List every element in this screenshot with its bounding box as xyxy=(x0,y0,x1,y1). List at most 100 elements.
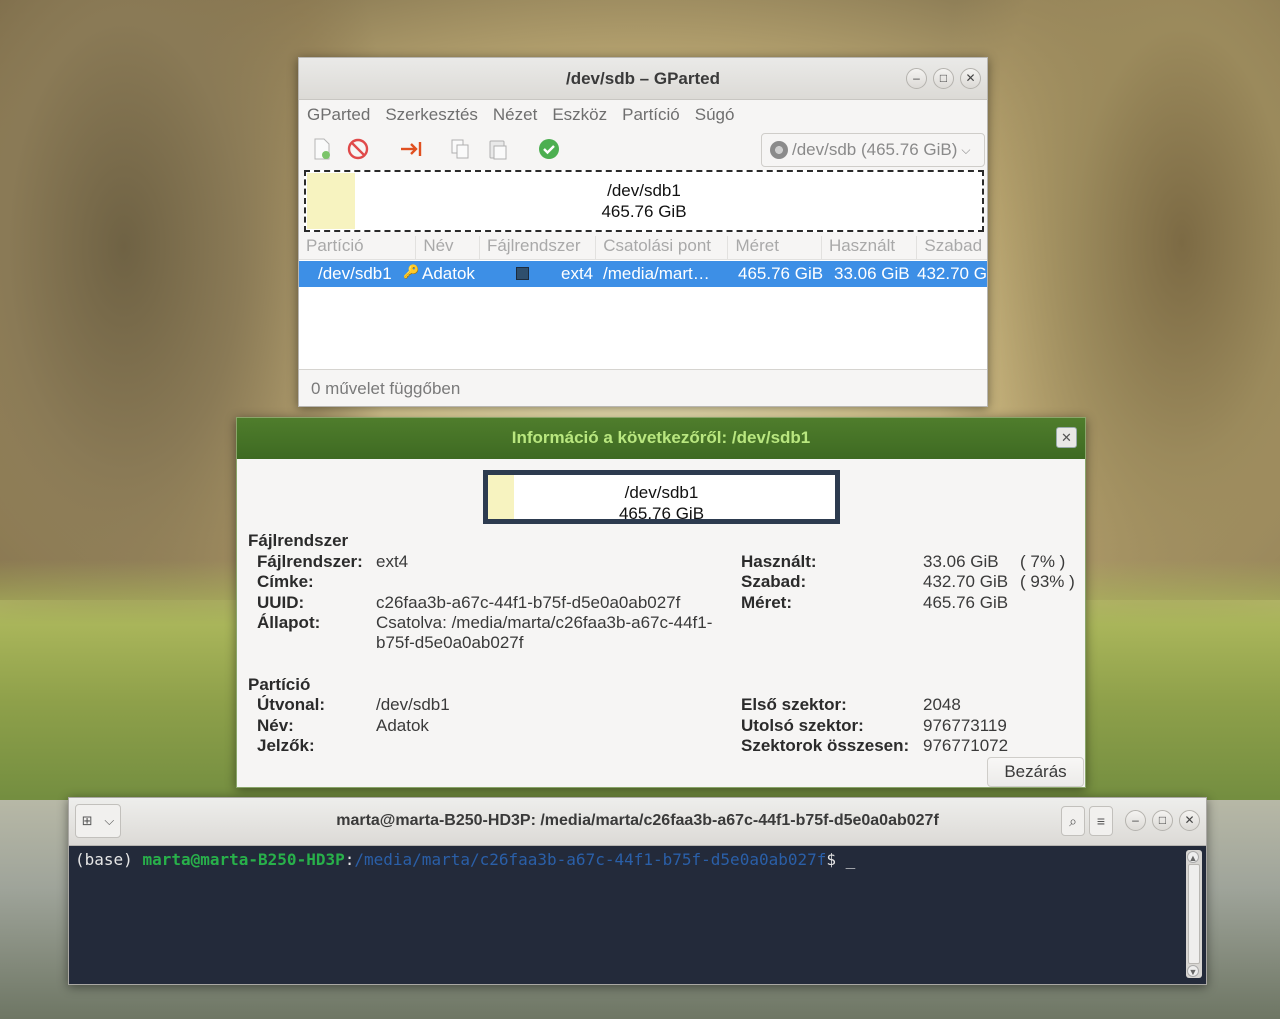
terminal-window: ⊞ ⌵ marta@marta-B250-HD3P: /media/marta/… xyxy=(68,797,1207,985)
device-select[interactable]: /dev/sdb (465.76 GiB) ⌵ xyxy=(761,133,985,167)
menubar: GParted Szerkesztés Nézet Eszköz Partíci… xyxy=(299,100,987,130)
status-bar: 0 művelet függőben xyxy=(299,369,987,407)
terminal-output[interactable]: (base) marta@marta-B250-HD3P:/media/mart… xyxy=(73,848,1184,980)
menu-help[interactable]: Súgó xyxy=(695,105,735,125)
name-value: Adatok xyxy=(376,716,429,735)
column-used[interactable]: Használt xyxy=(822,236,918,259)
copy-icon[interactable] xyxy=(449,138,471,160)
free-value: 432.70 GiB xyxy=(923,572,1009,591)
menu-partition[interactable]: Partíció xyxy=(622,105,680,125)
used-value: 33.06 GiB xyxy=(923,552,999,571)
minimize-button[interactable]: – xyxy=(906,68,927,89)
partition-map-name: /dev/sdb1 xyxy=(624,483,699,502)
menu-view[interactable]: Nézet xyxy=(493,105,537,125)
search-icon[interactable]: ⌕ xyxy=(1061,806,1085,836)
used-percent: ( 7% ) xyxy=(1020,552,1066,571)
prompt-user: marta@marta-B250-HD3P xyxy=(142,850,345,869)
close-button[interactable]: ✕ xyxy=(960,68,981,89)
dialog-title: Információ a következőről: /dev/sdb1 xyxy=(511,428,811,447)
scroll-up-icon[interactable]: ▲ xyxy=(1187,851,1199,863)
column-free[interactable]: Szabad xyxy=(917,236,987,259)
column-name[interactable]: Név xyxy=(416,236,480,259)
partition-table: Partíció Név Fájlrendszer Csatolási pont… xyxy=(299,236,987,369)
column-size[interactable]: Méret xyxy=(728,236,822,259)
column-partition[interactable]: Partíció xyxy=(299,236,417,259)
chevron-down-icon: ⌵ xyxy=(961,142,971,157)
maximize-button[interactable]: □ xyxy=(933,68,954,89)
filesystem-color-swatch xyxy=(516,267,529,280)
flags-label: Jelzők: xyxy=(257,736,315,755)
menu-gparted[interactable]: GParted xyxy=(307,105,370,125)
uuid-label: UUID: xyxy=(257,593,305,612)
key-icon: 🔑 xyxy=(403,264,420,279)
free-percent: ( 93% ) xyxy=(1020,572,1075,591)
row-size: 465.76 GiB xyxy=(738,264,824,283)
close-button[interactable]: ✕ xyxy=(1179,810,1200,831)
uuid-value: c26faa3b-a67c-44f1-b75f-d5e0a0ab027f xyxy=(376,593,681,612)
row-filesystem: ext4 xyxy=(561,264,594,283)
state-value-line1: Csatolva: /media/marta/c26faa3b-a67c-44f… xyxy=(376,613,713,632)
close-icon[interactable]: ✕ xyxy=(1056,427,1077,448)
last-sector-label: Utolsó szektor: xyxy=(741,716,864,735)
scroll-down-icon[interactable]: ▼ xyxy=(1187,965,1199,977)
gparted-window: /dev/sdb – GParted – □ ✕ GParted Szerkes… xyxy=(298,57,988,407)
prompt-colon: : xyxy=(344,850,355,869)
state-value-line2: b75f-d5e0a0ab027f xyxy=(376,633,524,652)
filesystem-value: ext4 xyxy=(376,552,409,571)
toolbar: /dev/sdb (465.76 GiB) ⌵ xyxy=(299,130,987,168)
prompt-env: (base) xyxy=(75,850,143,869)
path-label: Útvonal: xyxy=(257,695,325,714)
maximize-button[interactable]: □ xyxy=(1152,810,1173,831)
total-sectors-label: Szektorok összesen: xyxy=(741,736,910,755)
size-label: Méret: xyxy=(741,593,793,612)
row-name: Adatok xyxy=(422,264,475,283)
paste-icon[interactable] xyxy=(487,138,509,160)
terminal-scrollbar[interactable]: ▲ ▼ xyxy=(1186,850,1202,978)
terminal-title: marta@marta-B250-HD3P: /media/marta/c26f… xyxy=(336,812,939,829)
table-header: Partíció Név Fájlrendszer Csatolási pont… xyxy=(299,236,987,260)
filesystem-section-heading: Fájlrendszer xyxy=(248,531,349,550)
new-partition-icon[interactable] xyxy=(311,138,333,160)
row-mountpoint: /media/mart… xyxy=(603,264,710,283)
partition-info-dialog: Információ a következőről: /dev/sdb1 ✕ /… xyxy=(236,417,1086,788)
minimize-button[interactable]: – xyxy=(1125,810,1146,831)
partition-map-name: /dev/sdb1 xyxy=(607,181,681,200)
row-used: 33.06 GiB xyxy=(834,264,910,283)
filesystem-label: Fájlrendszer: xyxy=(257,552,363,571)
close-dialog-button[interactable]: Bezárás xyxy=(987,757,1084,787)
last-sector-value: 976773119 xyxy=(923,716,1007,735)
name-label: Név: xyxy=(257,716,294,735)
table-row[interactable]: /dev/sdb1 🔑 Adatok ext4 /media/mart… 465… xyxy=(299,261,987,287)
partition-section-heading: Partíció xyxy=(248,675,311,694)
state-label: Állapot: xyxy=(257,613,321,632)
partition-map[interactable]: /dev/sdb1 465.76 GiB xyxy=(304,170,984,232)
free-label: Szabad: xyxy=(741,572,807,591)
hamburger-menu-icon[interactable]: ≡ xyxy=(1089,806,1113,836)
row-partition: /dev/sdb1 xyxy=(318,264,392,283)
path-value: /dev/sdb1 xyxy=(376,695,450,714)
dialog-titlebar[interactable]: Információ a következőről: /dev/sdb1 ✕ xyxy=(237,418,1085,459)
disk-icon xyxy=(770,141,788,159)
window-title: /dev/sdb – GParted xyxy=(566,69,720,88)
menu-edit[interactable]: Szerkesztés xyxy=(385,105,478,125)
scrollbar-thumb[interactable] xyxy=(1188,864,1200,964)
partition-map-size: 465.76 GiB xyxy=(601,202,687,221)
gparted-titlebar[interactable]: /dev/sdb – GParted – □ ✕ xyxy=(299,58,987,100)
delete-icon[interactable] xyxy=(347,138,369,160)
column-mountpoint[interactable]: Csatolási pont xyxy=(596,236,729,259)
prompt-dollar: $ _ xyxy=(826,850,856,869)
partition-map-size: 465.76 GiB xyxy=(618,504,705,523)
label-label: Címke: xyxy=(257,572,314,591)
first-sector-value: 2048 xyxy=(923,695,961,714)
first-sector-label: Első szektor: xyxy=(741,695,847,714)
partition-map: /dev/sdb1 465.76 GiB xyxy=(483,470,840,524)
apply-icon[interactable] xyxy=(538,138,560,160)
column-filesystem[interactable]: Fájlrendszer xyxy=(480,236,597,259)
row-free: 432.70 G xyxy=(917,264,987,283)
menu-device[interactable]: Eszköz xyxy=(552,105,607,125)
device-select-value: /dev/sdb (465.76 GiB) xyxy=(792,140,958,159)
resize-move-icon[interactable] xyxy=(399,138,422,160)
size-value: 465.76 GiB xyxy=(923,593,1009,612)
terminal-titlebar[interactable]: ⊞ ⌵ marta@marta-B250-HD3P: /media/marta/… xyxy=(69,798,1206,846)
used-label: Használt: xyxy=(741,552,817,571)
